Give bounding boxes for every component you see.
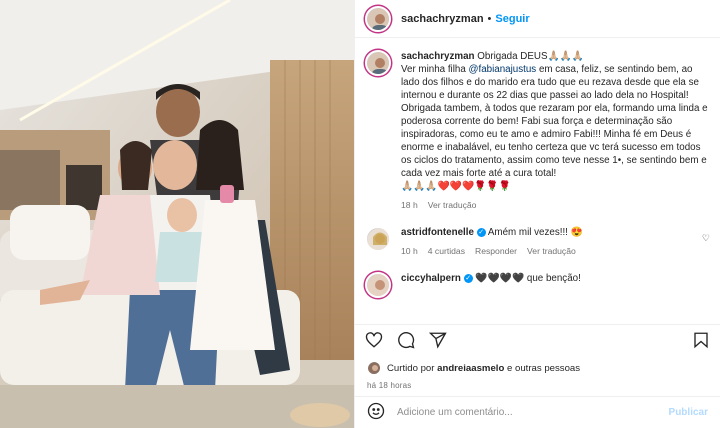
comment-text: 🖤🖤🖤🖤 que benção!	[475, 273, 581, 284]
caption-username[interactable]: sachachryzman	[401, 51, 475, 62]
caption-mention-link[interactable]: @fabianajustus	[469, 64, 537, 75]
caption-p1-before: Ver minha filha	[401, 64, 469, 75]
separator-dot: •	[487, 12, 492, 25]
likes-prefix: Curtido por	[387, 362, 438, 374]
comment-reply-button[interactable]: Responder	[475, 245, 517, 258]
comment-item: ciccyhalpern ✓ 🖤🖤🖤🖤 que benção!	[365, 272, 710, 298]
commenter-avatar[interactable]	[365, 226, 391, 252]
post-side-panel: sachachryzman • Seguir sachachryzman Obr…	[354, 0, 720, 428]
comment-input[interactable]: Adicione um comentário...	[397, 407, 657, 418]
likes-suffix: e outras pessoas	[504, 362, 581, 374]
post-photo	[0, 0, 354, 428]
verified-badge-icon: ✓	[463, 273, 473, 283]
comment-time[interactable]: 10 h	[401, 245, 418, 258]
comment-item: astridfontenelle ✓ Amém mil vezes!!! 😍 1…	[365, 226, 710, 258]
save-bookmark-icon[interactable]	[692, 331, 710, 354]
comment-text: Amém mil vezes!!! 😍	[487, 227, 583, 238]
author-username[interactable]: sachachryzman	[401, 13, 484, 25]
post-footer: Curtido por andreiaasmelo e outras pesso…	[355, 324, 720, 428]
caption-time[interactable]: 18 h	[401, 199, 418, 212]
post-header: sachachryzman • Seguir	[355, 0, 720, 38]
family-photo-image	[0, 0, 354, 428]
comment-like-heart-icon[interactable]: ♡	[702, 232, 710, 245]
comment-translate-link[interactable]: Ver tradução	[527, 245, 576, 258]
commenter-avatar[interactable]	[365, 272, 391, 298]
follow-button[interactable]: Seguir	[495, 13, 529, 25]
author-avatar[interactable]	[365, 5, 391, 32]
liker-avatar	[367, 361, 381, 375]
publish-button[interactable]: Publicar	[669, 407, 708, 418]
caption-avatar[interactable]	[365, 50, 391, 76]
likes-summary[interactable]: Curtido por andreiaasmelo e outras pesso…	[355, 359, 720, 377]
caption: sachachryzman Obrigada DEUS🙏🏼🙏🏼🙏🏼 Ver mi…	[365, 50, 710, 212]
comment-bubble-icon[interactable]	[397, 331, 415, 354]
comment-username[interactable]: ciccyhalpern	[401, 273, 461, 284]
action-bar	[355, 325, 720, 359]
caption-lead: Obrigada DEUS🙏🏼🙏🏼🙏🏼	[477, 51, 585, 62]
add-comment-bar: Adicione um comentário... Publicar	[355, 396, 720, 428]
caption-translate-link[interactable]: Ver tradução	[428, 199, 477, 212]
comment-username[interactable]: astridfontenelle	[401, 227, 474, 238]
comments-area[interactable]: sachachryzman Obrigada DEUS🙏🏼🙏🏼🙏🏼 Ver mi…	[355, 38, 720, 324]
caption-p2: Obrigada tambem, à todos que rezaram por…	[401, 103, 708, 179]
likes-user[interactable]: andreiaasmelo	[437, 363, 504, 374]
caption-emojis: 🙏🏼🙏🏼🙏🏼❤️❤️❤️🌹🌹🌹	[401, 181, 511, 192]
posted-time[interactable]: há 18 horas	[355, 377, 720, 390]
like-heart-icon[interactable]	[365, 331, 383, 354]
comment-likes[interactable]: 4 curtidas	[428, 245, 465, 258]
share-paper-plane-icon[interactable]	[428, 331, 447, 354]
caption-text: sachachryzman Obrigada DEUS🙏🏼🙏🏼🙏🏼 Ver mi…	[401, 50, 710, 212]
verified-badge-icon: ✓	[476, 227, 486, 237]
emoji-smiley-icon[interactable]	[367, 402, 385, 423]
